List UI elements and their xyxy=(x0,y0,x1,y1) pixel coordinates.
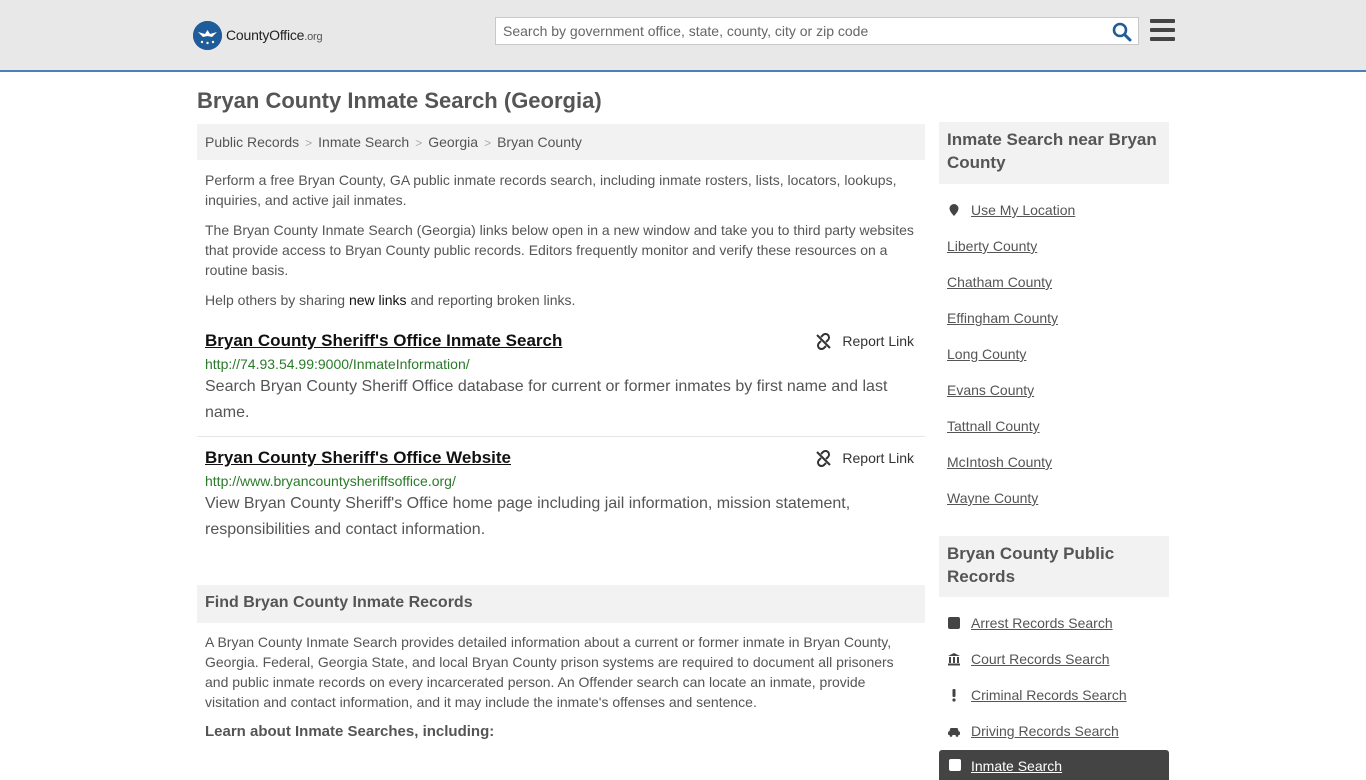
report-link-button[interactable]: Report Link xyxy=(815,332,914,350)
sidebar-item-arrest-records[interactable]: Arrest Records Search xyxy=(947,614,1113,632)
result-title-link[interactable]: Bryan County Sheriff's Office Website xyxy=(205,447,511,469)
sidebar-item-long-county[interactable]: Long County xyxy=(947,345,1026,363)
breadcrumb-inmate-search[interactable]: Inmate Search xyxy=(318,134,409,150)
breadcrumb-bryan-county: Bryan County xyxy=(497,134,582,150)
hamburger-menu-icon[interactable] xyxy=(1150,19,1175,41)
report-link-button[interactable]: Report Link xyxy=(815,449,914,467)
result-description: Search Bryan County Sheriff Office datab… xyxy=(205,378,888,421)
intro-paragraph-1: Perform a free Bryan County, GA public i… xyxy=(205,172,897,208)
sidebar-item-chatham-county[interactable]: Chatham County xyxy=(947,273,1052,291)
car-icon xyxy=(948,728,960,737)
site-logo[interactable]: CountyOffice.org xyxy=(193,20,323,50)
sidebar-item-driving-records[interactable]: Driving Records Search xyxy=(947,722,1119,740)
result-title-link[interactable]: Bryan County Sheriff's Office Inmate Sea… xyxy=(205,330,562,352)
sidebar-item-evans-county[interactable]: Evans County xyxy=(947,381,1034,399)
search-icon[interactable] xyxy=(1112,22,1132,42)
sidebar-records-heading: Bryan County Public Records xyxy=(939,536,1169,597)
breadcrumb-public-records[interactable]: Public Records xyxy=(205,134,299,150)
sidebar-item-inmate-search-active[interactable]: Inmate Search xyxy=(939,750,1169,780)
sidebar-item-criminal-records[interactable]: Criminal Records Search xyxy=(947,686,1127,704)
use-my-location-link[interactable]: Use My Location xyxy=(947,201,1075,219)
logo-eagle-icon xyxy=(193,20,222,50)
new-links-link[interactable]: new links xyxy=(349,292,407,308)
sidebar-item-court-records[interactable]: Court Records Search xyxy=(947,650,1110,668)
find-records-heading: Find Bryan County Inmate Records xyxy=(197,585,925,623)
result-url: http://74.93.54.99:9000/InmateInformatio… xyxy=(205,356,470,372)
exclamation-icon xyxy=(952,689,956,702)
sidebar-nearby-heading: Inmate Search near Bryan County xyxy=(939,122,1169,184)
sidebar-item-mcintosh-county[interactable]: McIntosh County xyxy=(947,453,1052,471)
result-url: http://www.bryancountysheriffsoffice.org… xyxy=(205,473,456,489)
result-item: Bryan County Sheriff's Office Inmate Sea… xyxy=(205,330,917,426)
sidebar-item-tattnall-county[interactable]: Tattnall County xyxy=(947,417,1040,435)
find-records-paragraph: A Bryan County Inmate Search provides de… xyxy=(205,634,894,710)
result-item: Bryan County Sheriff's Office Website Re… xyxy=(205,447,917,543)
square-icon xyxy=(948,617,960,629)
breadcrumb-georgia[interactable]: Georgia xyxy=(428,134,478,150)
search-input[interactable] xyxy=(503,21,1103,41)
result-divider xyxy=(197,436,925,437)
result-description: View Bryan County Sheriff's Office home … xyxy=(205,495,851,538)
sidebar-item-effingham-county[interactable]: Effingham County xyxy=(947,309,1058,327)
sidebar-item-liberty-county[interactable]: Liberty County xyxy=(947,237,1037,255)
inmate-icon xyxy=(949,759,961,771)
learn-heading: Learn about Inmate Searches, including: xyxy=(205,723,495,740)
page-title: Bryan County Inmate Search (Georgia) xyxy=(197,88,602,113)
search-box xyxy=(495,17,1139,45)
broken-link-icon xyxy=(816,332,832,350)
intro-paragraph-3: Help others by sharing new links and rep… xyxy=(205,292,576,308)
breadcrumb: Public Records > Inmate Search > Georgia > Bry… xyxy=(197,124,925,160)
courthouse-icon xyxy=(948,653,960,666)
broken-link-icon xyxy=(816,449,832,467)
sidebar-item-wayne-county[interactable]: Wayne County xyxy=(947,489,1038,507)
logo-text: CountyOffice.org xyxy=(226,27,323,43)
intro-paragraph-2: The Bryan County Inmate Search (Georgia)… xyxy=(205,222,914,278)
site-header: CountyOffice.org xyxy=(0,0,1366,72)
map-marker-icon xyxy=(949,204,959,216)
